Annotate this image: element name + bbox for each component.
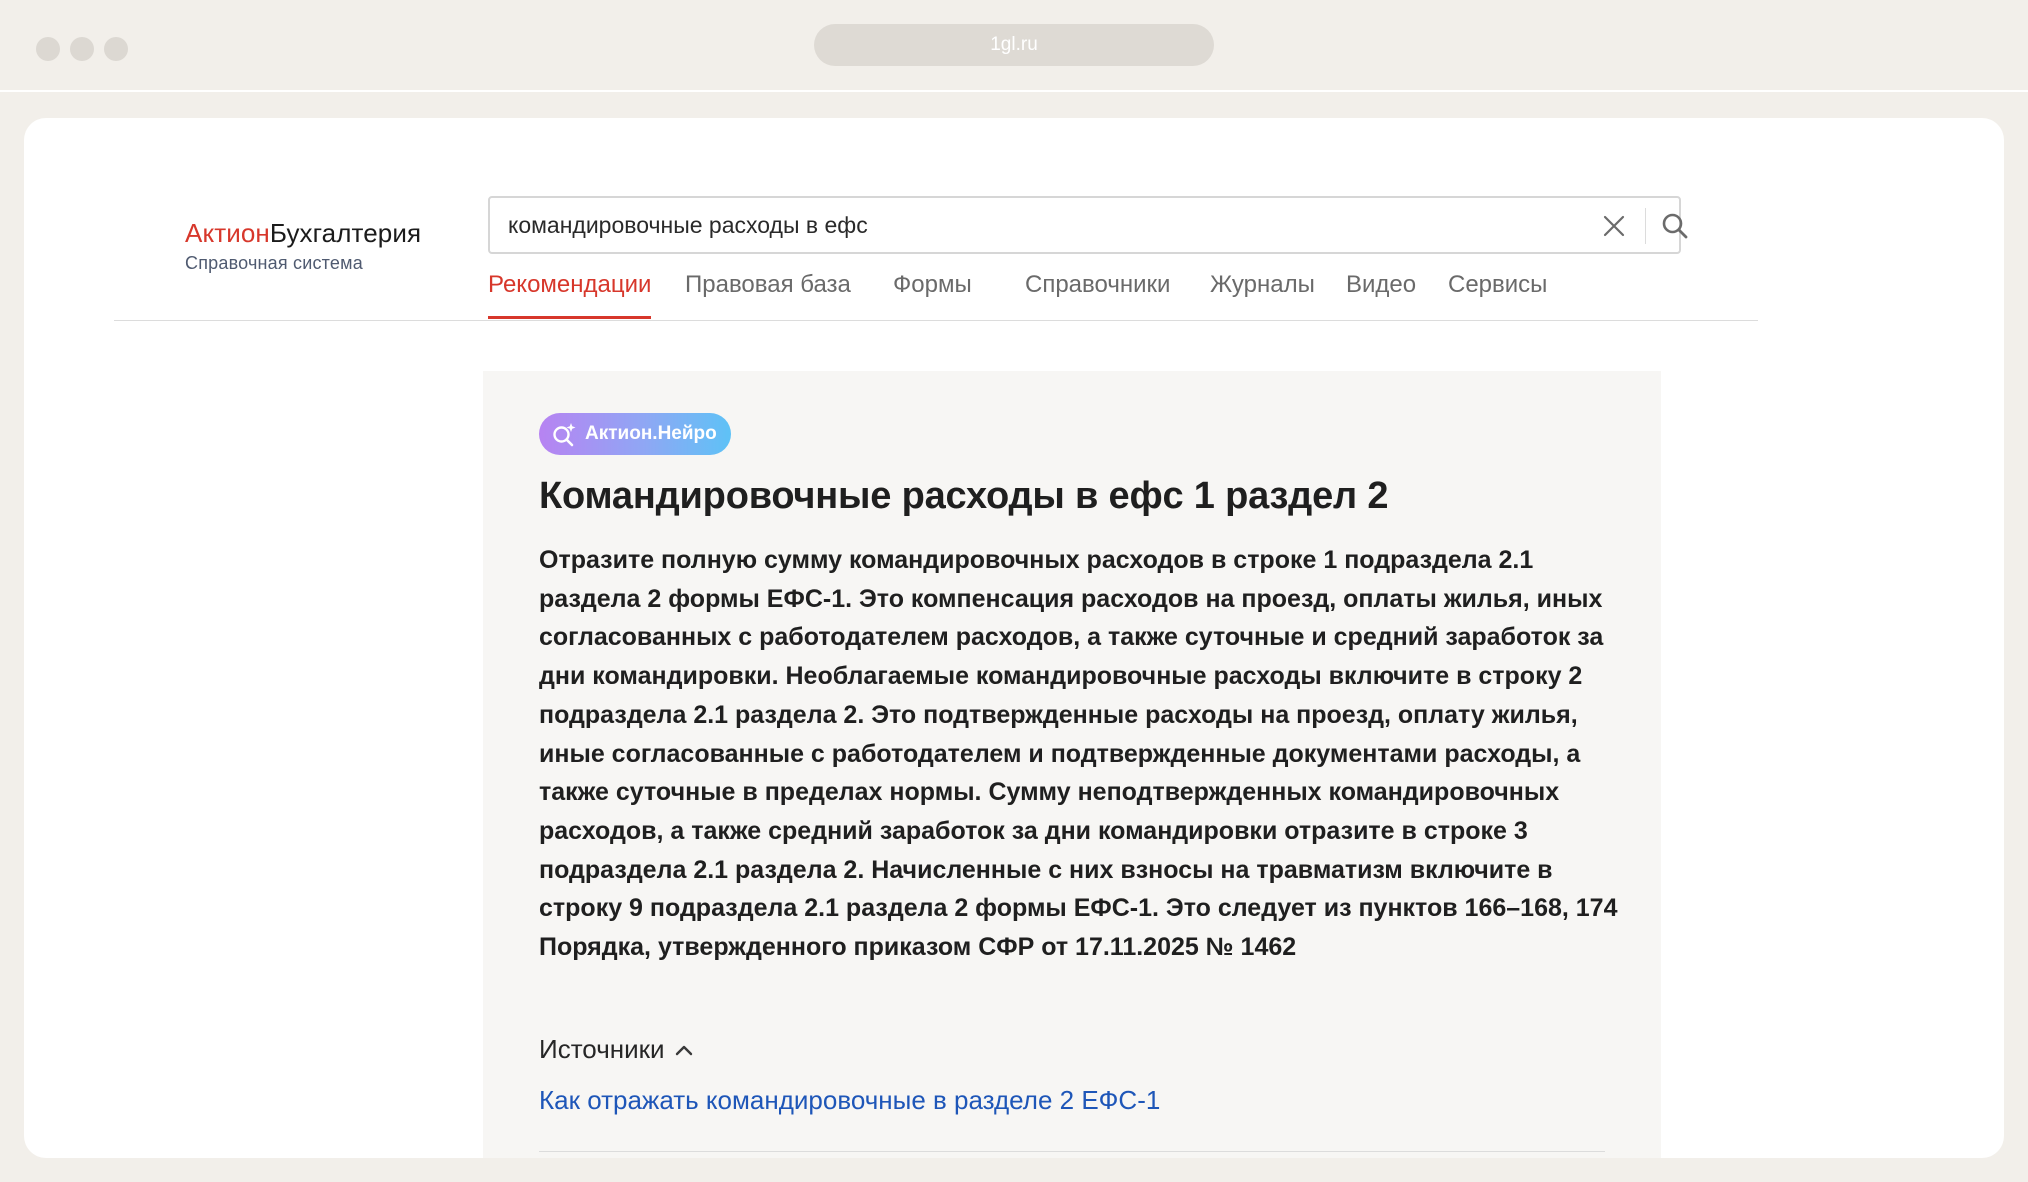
tab-recommendations[interactable]: Рекомендации [488, 271, 652, 319]
search-icon [1662, 213, 1688, 239]
search-query-text[interactable]: командировочные расходы в ефс [508, 198, 868, 252]
search-button[interactable] [1656, 207, 1694, 245]
chevron-up-icon [675, 1045, 692, 1055]
page-window: АктионБухгалтерия Справочная система ком… [24, 118, 2004, 1158]
window-controls [36, 37, 128, 61]
browser-chrome: 1gl.ru [0, 0, 2028, 92]
clear-search-button[interactable] [1598, 210, 1630, 242]
tab-forms[interactable]: Формы [893, 271, 972, 317]
logo-subtitle: Справочная система [185, 253, 363, 273]
logo-brand-black: Бухгалтерия [269, 218, 422, 248]
close-icon [1603, 215, 1625, 237]
source-link[interactable]: Как отражать командировочные в разделе 2… [539, 1085, 1160, 1116]
window-dot-close[interactable] [36, 37, 60, 61]
window-dot-minimize[interactable] [70, 37, 94, 61]
header-divider [114, 320, 1758, 321]
card-divider [539, 1151, 1605, 1152]
tab-reference-books[interactable]: Справочники [1025, 271, 1170, 317]
neuro-badge: Актион.Нейро [539, 413, 731, 455]
tab-legal-base[interactable]: Правовая база [685, 271, 851, 317]
window-dot-maximize[interactable] [104, 37, 128, 61]
sources-label: Источники [539, 1034, 665, 1064]
address-bar[interactable]: 1gl.ru [814, 24, 1214, 66]
logo-brand-red: Актион [185, 218, 270, 248]
ai-answer-card: Актион.Нейро Командировочные расходы в е… [483, 371, 1661, 1158]
search-input[interactable]: командировочные расходы в ефс [488, 196, 1688, 254]
tab-journals[interactable]: Журналы [1210, 271, 1315, 317]
site-logo[interactable]: АктионБухгалтерия Справочная система [185, 218, 421, 274]
search-separator [1645, 208, 1646, 244]
badge-label: Актион.Нейро [585, 423, 717, 444]
ai-search-icon [551, 421, 577, 447]
tab-video[interactable]: Видео [1346, 271, 1416, 317]
sources-toggle[interactable]: Источники [539, 1034, 693, 1065]
answer-text: Отразите полную сумму командировочных ра… [539, 546, 1618, 962]
chrome-divider [0, 90, 2028, 92]
answer-title: Командировочные расходы в ефс 1 раздел 2 [539, 475, 1389, 517]
tab-services[interactable]: Сервисы [1448, 271, 1547, 317]
